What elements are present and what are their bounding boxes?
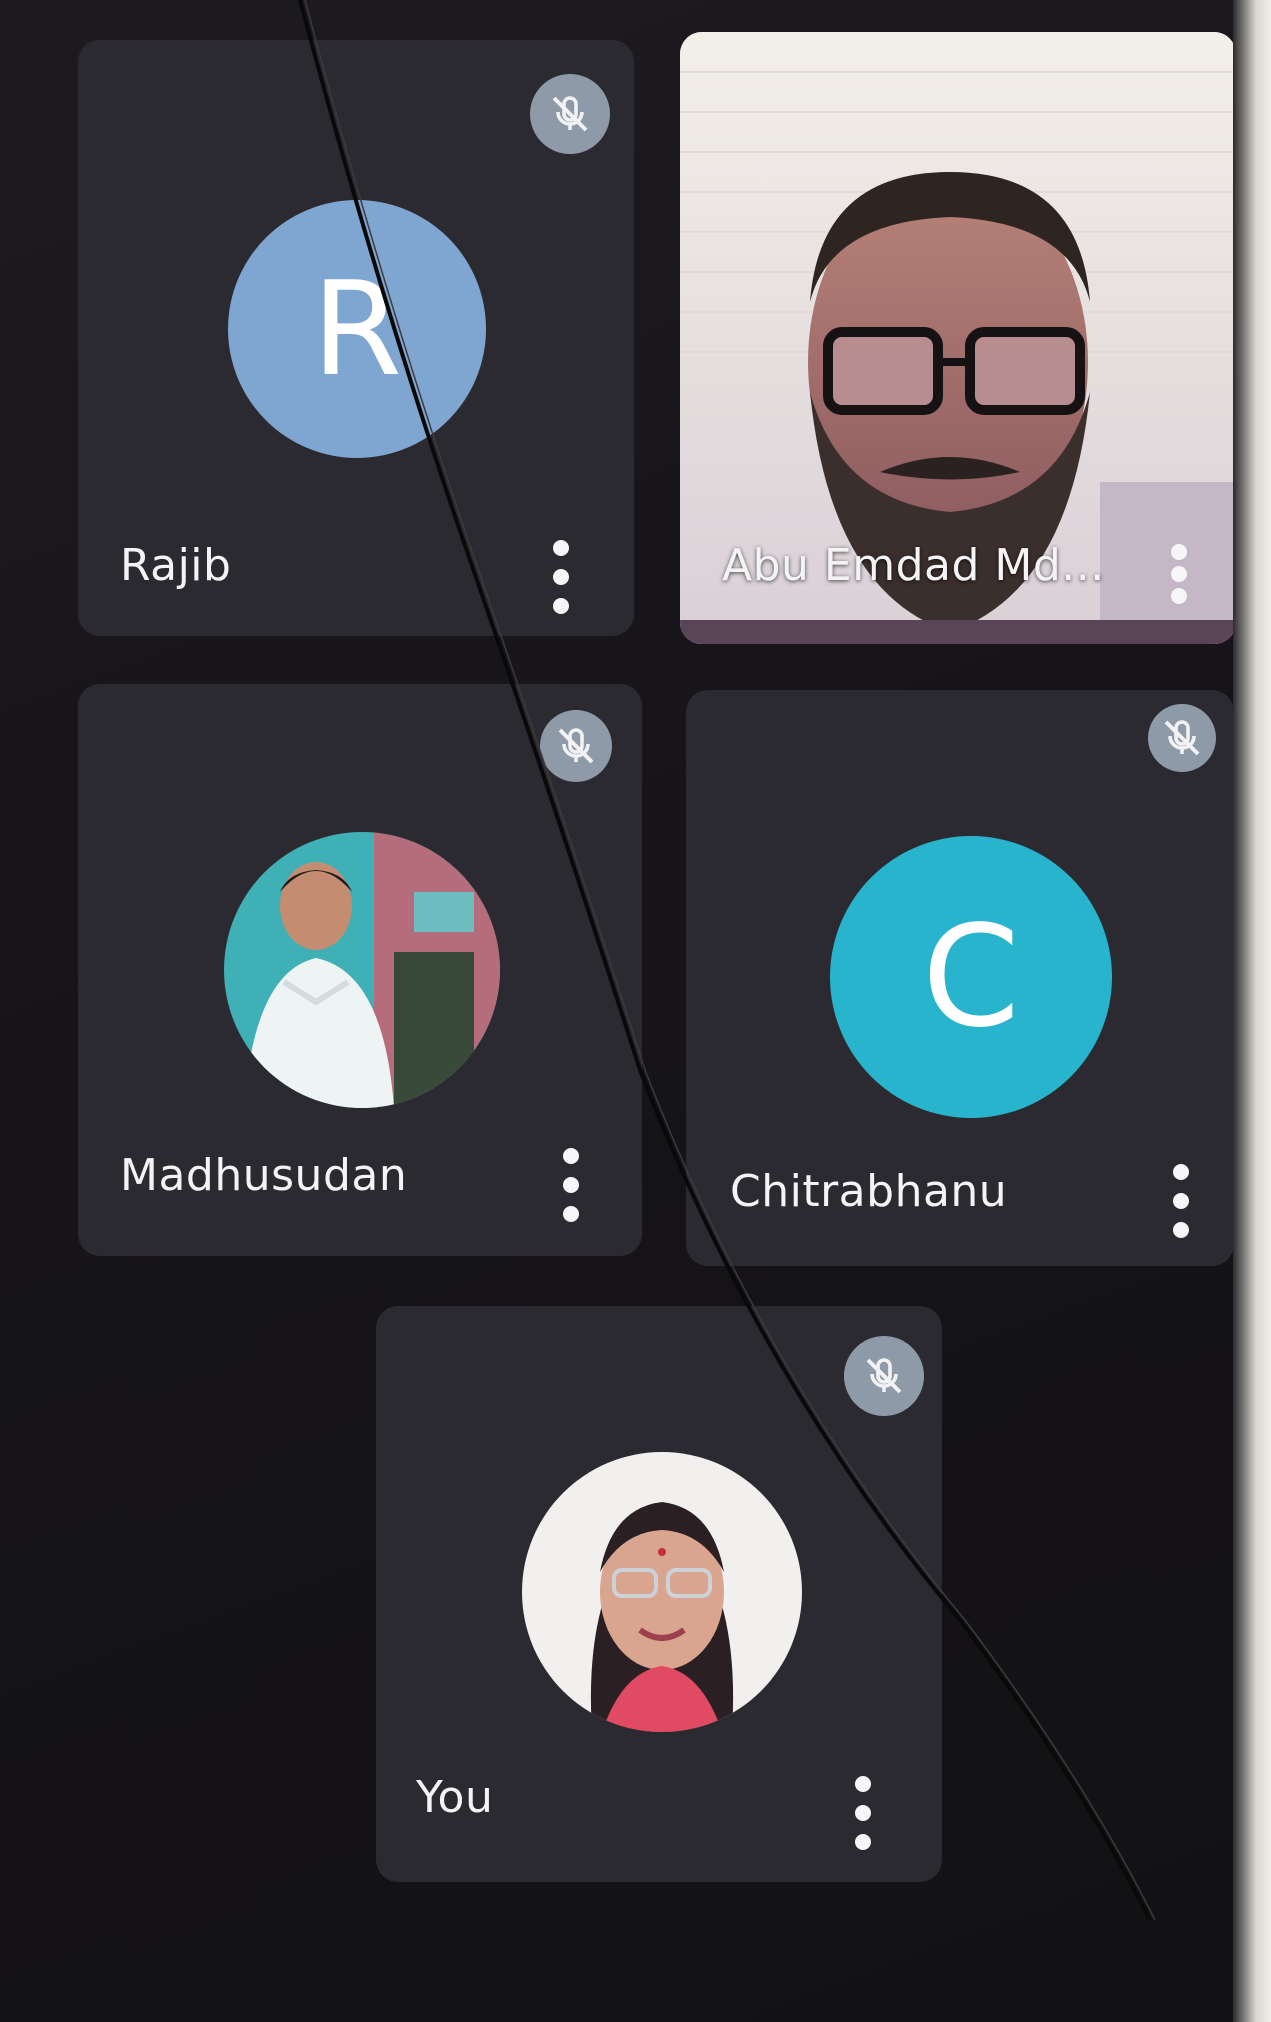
avatar-letter-rajib: R: [228, 200, 486, 458]
more-options-button[interactable]: [1168, 544, 1190, 604]
avatar-initial: C: [922, 895, 1020, 1059]
participant-tile-abu-emdad[interactable]: Abu Emdad Md...: [680, 32, 1236, 644]
participant-name: Abu Emdad Md...: [722, 540, 1105, 591]
meeting-grid: R Rajib Abu Emdad Md... Madhusudan C Chi…: [0, 0, 1271, 2022]
avatar-letter-chitrabhanu: C: [830, 836, 1112, 1118]
mic-off-icon: [530, 74, 610, 154]
more-options-button[interactable]: [1170, 1164, 1192, 1238]
participant-name: Chitrabhanu: [730, 1166, 1008, 1217]
more-options-button[interactable]: [852, 1776, 874, 1850]
participant-tile-chitrabhanu[interactable]: C Chitrabhanu: [686, 690, 1234, 1266]
more-options-button[interactable]: [560, 1148, 582, 1222]
mic-off-icon: [540, 710, 612, 782]
participant-tile-madhusudan[interactable]: Madhusudan: [78, 684, 642, 1256]
avatar-initial: R: [311, 253, 403, 405]
avatar-photo-madhusudan: [224, 832, 500, 1108]
more-options-button[interactable]: [550, 540, 572, 614]
participant-name: You: [416, 1772, 494, 1823]
participant-tile-you[interactable]: You: [376, 1306, 942, 1882]
avatar-photo-you: [522, 1452, 802, 1732]
participant-tile-rajib[interactable]: R Rajib: [78, 40, 634, 636]
mic-off-icon: [1148, 704, 1216, 772]
participant-name: Madhusudan: [120, 1150, 408, 1201]
paper-edge: [1233, 0, 1271, 2022]
participant-name: Rajib: [120, 540, 232, 591]
mic-off-icon: [844, 1336, 924, 1416]
